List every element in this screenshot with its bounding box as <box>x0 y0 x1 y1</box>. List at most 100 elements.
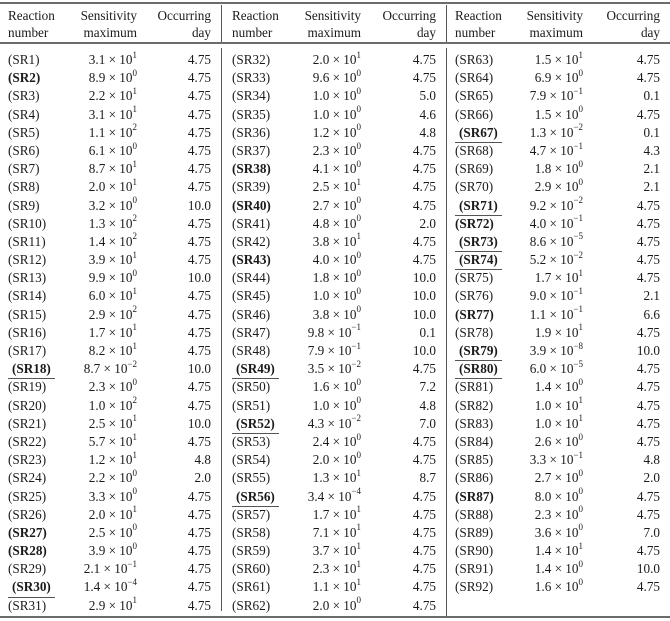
sensitivity-maximum: 1.2 × 101 <box>17 450 137 469</box>
sensitivity-mantissa: 3.7 <box>312 543 330 559</box>
sensitivity-exponent: 0 <box>578 577 584 588</box>
sensitivity-exponent: 1 <box>132 85 138 96</box>
sensitivity-mantissa: 3.8 <box>312 306 330 322</box>
sensitivity-exponent: 1 <box>578 413 584 424</box>
occurring-day: 10.0 <box>636 561 660 577</box>
sensitivity-exponent: 1 <box>578 395 584 406</box>
sensitivity-maximum: 1.0 × 100 <box>241 395 362 415</box>
header-sensitivity-maximum: Sensitivity <box>526 8 583 23</box>
sensitivity-maximum: 1.1 × 10−1 <box>463 304 583 324</box>
sensitivity-mantissa: 1.0 <box>312 88 330 104</box>
times-ten-label: × 10 <box>105 343 133 358</box>
sensitivity-mantissa: 3.3 <box>529 452 547 468</box>
sensitivity-maximum: 1.9 × 101 <box>463 323 583 342</box>
sensitivity-exponent: 1 <box>356 522 362 533</box>
sensitivity-maximum: 2.3 × 101 <box>241 559 361 578</box>
times-ten-label: × 10 <box>551 579 579 595</box>
sensitivity-exponent: 0 <box>132 522 138 533</box>
sensitivity-exponent: 1 <box>132 286 138 297</box>
sensitivity-maximum: 3.9 × 100 <box>17 541 137 560</box>
sensitivity-maximum: 2.9 × 102 <box>17 304 138 324</box>
times-ten-label: × 10 <box>105 415 133 431</box>
sensitivity-maximum: 2.0 × 101 <box>241 50 361 69</box>
sensitivity-mantissa: 3.9 <box>88 543 106 559</box>
sensitivity-mantissa: 1.5 <box>534 106 552 122</box>
sensitivity-maximum: 1.3 × 10−2 <box>463 123 583 142</box>
occurring-day: 4.75 <box>412 452 436 468</box>
sensitivity-mantissa: 8.2 <box>88 343 106 358</box>
times-ten-label: × 10 <box>551 524 579 540</box>
occurring-day: 4.75 <box>187 179 211 195</box>
sensitivity-exponent: 1 <box>132 413 138 424</box>
occurring-day: 2.1 <box>643 179 660 195</box>
sensitivity-mantissa: 9.0 <box>529 288 547 304</box>
sensitivity-mantissa: 3.9 <box>88 252 106 268</box>
sensitivity-mantissa: 1.6 <box>312 379 330 395</box>
sensitivity-maximum: 2.4 × 100 <box>241 432 361 451</box>
times-ten-label: × 10 <box>105 452 133 468</box>
sensitivity-mantissa: 9.9 <box>88 270 106 286</box>
sensitivity-maximum: 1.8 × 100 <box>241 267 362 287</box>
sensitivity-maximum: 2.3 × 100 <box>463 505 583 524</box>
occurring-day: 4.75 <box>412 70 436 86</box>
occurring-day: 4.75 <box>412 161 436 177</box>
occurring-day: 4.75 <box>187 579 211 595</box>
sensitivity-exponent: −1 <box>573 304 583 315</box>
occurring-day: 4.8 <box>419 397 436 413</box>
header-rule <box>0 42 670 44</box>
sensitivity-exponent: 0 <box>356 140 362 151</box>
times-ten-label: × 10 <box>105 124 133 140</box>
sensitivity-exponent: 1 <box>356 176 362 187</box>
sensitivity-exponent: 0 <box>356 376 362 387</box>
sensitivity-mantissa: 2.5 <box>88 415 106 431</box>
occurring-day: 4.75 <box>187 306 211 322</box>
sensitivity-maximum: 1.5 × 101 <box>463 50 583 69</box>
sensitivity-maximum: 3.1 × 101 <box>17 50 137 69</box>
occurring-day: 0.1 <box>419 324 436 340</box>
sensitivity-maximum: 3.8 × 100 <box>241 305 361 324</box>
sensitivity-exponent: 1 <box>132 431 138 442</box>
sensitivity-mantissa: 1.0 <box>312 397 330 413</box>
sensitivity-exponent: 0 <box>356 395 362 406</box>
sensitivity-mantissa: 2.9 <box>88 597 106 613</box>
sensitivity-mantissa: 1.4 <box>88 233 106 249</box>
sensitivity-exponent: −2 <box>351 358 361 369</box>
occurring-day: 4.75 <box>636 70 660 86</box>
sensitivity-maximum: 7.1 × 101 <box>241 522 362 542</box>
occurring-day: 4.75 <box>187 397 211 413</box>
sensitivity-mantissa: 3.3 <box>88 488 106 504</box>
sensitivity-mantissa: 8.9 <box>88 70 106 86</box>
sensitivity-mantissa: 3.6 <box>534 524 552 540</box>
occurring-day: 4.75 <box>412 561 436 577</box>
sensitivity-exponent: 0 <box>132 467 138 478</box>
column-divider <box>446 5 447 42</box>
occurring-day: 4.75 <box>636 379 660 395</box>
sensitivity-mantissa: 2.9 <box>88 306 106 322</box>
sensitivity-maximum: 7.9 × 10−1 <box>463 85 583 105</box>
sensitivity-exponent: −1 <box>573 85 583 96</box>
sensitivity-exponent: 2 <box>132 304 138 315</box>
sensitivity-exponent: 1 <box>132 340 138 351</box>
occurring-day: 4.75 <box>187 488 211 504</box>
sensitivity-maximum: 2.0 × 100 <box>241 450 361 469</box>
sensitivity-maximum: 2.9 × 101 <box>17 596 137 615</box>
occurring-day: 4.75 <box>636 579 660 595</box>
header-occurring-day: Occurring <box>382 8 436 23</box>
sensitivity-maximum: 8.2 × 101 <box>17 340 138 360</box>
sensitivity-exponent: −5 <box>573 358 583 369</box>
times-ten-label: × 10 <box>329 579 357 595</box>
sensitivity-mantissa: 2.4 <box>312 433 330 449</box>
sensitivity-exponent: 0 <box>356 122 362 133</box>
sensitivity-maximum: 3.9 × 10−8 <box>463 341 583 360</box>
sensitivity-exponent: 1 <box>578 267 584 278</box>
times-ten-label: × 10 <box>100 561 128 577</box>
sensitivity-mantissa: 1.1 <box>312 579 330 595</box>
occurring-day: 2.0 <box>419 215 436 231</box>
sensitivity-mantissa: 1.3 <box>88 215 106 231</box>
times-ten-label: × 10 <box>546 233 574 249</box>
sensitivity-mantissa: 5.2 <box>529 252 547 268</box>
sensitivity-exponent: 0 <box>356 267 362 278</box>
times-ten-label: × 10 <box>100 361 128 377</box>
sensitivity-exponent: 2 <box>132 122 138 133</box>
sensitivity-maximum: 8.0 × 100 <box>463 487 583 506</box>
